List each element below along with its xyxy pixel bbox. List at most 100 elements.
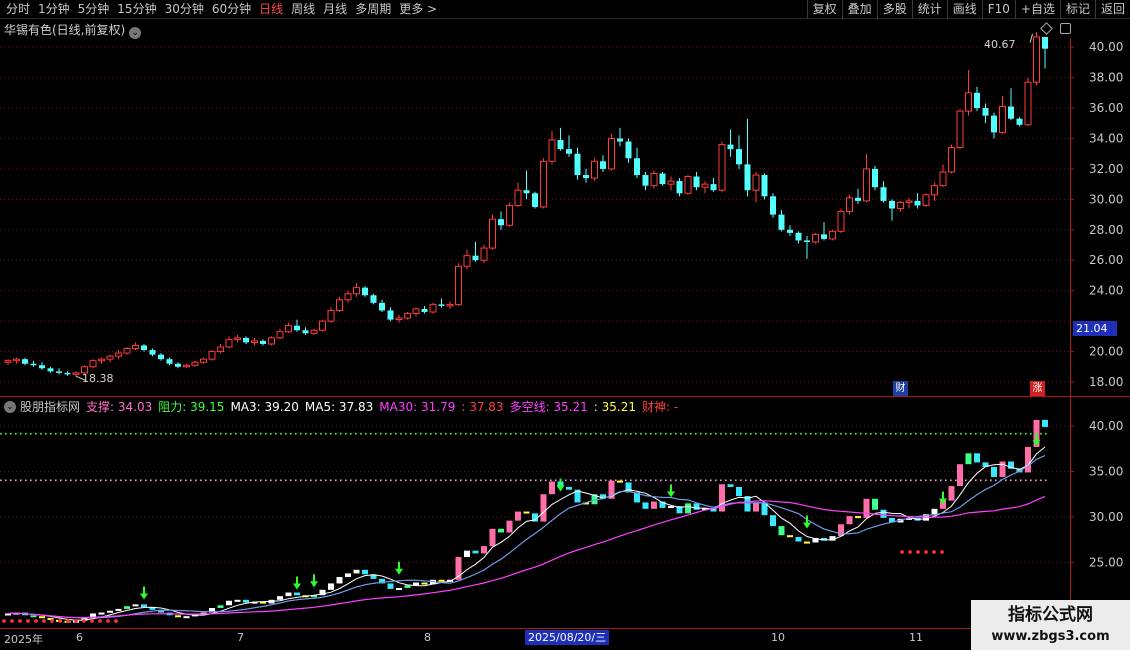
candle-body — [532, 193, 538, 207]
finance-badge[interactable]: 财 — [893, 381, 908, 396]
candle-body — [251, 340, 258, 343]
indicator-bar — [931, 508, 938, 515]
function-button[interactable]: 复权 — [806, 0, 842, 19]
signal-dot — [932, 550, 936, 554]
candle-body — [472, 255, 479, 261]
period-tab[interactable]: 周线 — [287, 0, 319, 19]
candle-body — [540, 160, 547, 208]
candle-body — [922, 194, 930, 206]
period-tab[interactable]: 60分钟 — [208, 0, 255, 19]
candle-body — [829, 230, 836, 240]
limit-up-badge[interactable]: 涨 — [1030, 381, 1045, 396]
candle-body — [667, 180, 675, 185]
candle-body — [149, 350, 156, 355]
indicator-bar — [1042, 419, 1048, 427]
current-price-tag: 21.04 — [1073, 321, 1117, 336]
period-tab[interactable]: 月线 — [319, 0, 351, 19]
indicator-bar — [855, 516, 861, 519]
indicator-bar — [642, 502, 649, 509]
candle-body — [429, 303, 437, 313]
function-button[interactable]: 标记 — [1059, 0, 1095, 19]
function-button[interactable]: 多股 — [876, 0, 912, 19]
panel-toggle-icon[interactable] — [1060, 23, 1071, 34]
candle-body — [999, 106, 1006, 133]
date-axis-label: 7 — [237, 631, 244, 644]
period-tab[interactable]: 1分钟 — [34, 0, 74, 19]
candle-body — [30, 363, 37, 366]
period-tab[interactable]: 多周期 — [351, 0, 395, 19]
period-tab[interactable]: 更多 > — [395, 0, 441, 19]
buy-arrow-icon — [140, 586, 148, 600]
candle-body — [89, 360, 97, 368]
candle-body — [846, 197, 853, 213]
indicator-bar — [685, 503, 691, 514]
function-button[interactable]: 统计 — [911, 0, 947, 19]
signal-dot — [90, 619, 94, 623]
candle-body — [914, 200, 921, 206]
watermark-url: www.zbgs3.com — [991, 629, 1110, 644]
watermark-logo: 指标公式网 www.zbgs3.com — [971, 600, 1130, 650]
price-tick-label: 38.00 — [1089, 71, 1123, 85]
price-tick-label: 40.00 — [1089, 40, 1123, 54]
buy-arrow-icon — [667, 484, 675, 498]
indicator-bar — [294, 592, 300, 596]
candle-body — [684, 176, 692, 194]
candle-body — [4, 360, 12, 363]
candle-body — [676, 181, 683, 194]
candle-body — [319, 320, 326, 331]
function-button[interactable]: 叠加 — [841, 0, 877, 19]
candle-body — [965, 92, 972, 112]
function-button[interactable]: +自选 — [1014, 0, 1060, 19]
candle-body — [897, 201, 904, 209]
signal-dot — [50, 619, 54, 623]
indicator-bar — [226, 600, 232, 606]
candle-body — [770, 196, 776, 215]
indicator-tick-label: 40.00 — [1089, 419, 1123, 433]
candle-body — [370, 295, 377, 303]
candle-body — [395, 317, 403, 321]
candle-body — [889, 200, 895, 209]
function-button[interactable]: F10 — [981, 0, 1015, 19]
kline-chart[interactable]: 40.00 38.00 36.00 34.00 32.00 30.00 28.00 26.00… — [0, 20, 1130, 650]
candle-body — [736, 149, 742, 165]
period-tab[interactable]: 30分钟 — [161, 0, 208, 19]
candle-body — [421, 308, 428, 312]
candle-body — [141, 345, 147, 351]
legend-item: 阻力: 39.15 — [158, 400, 225, 414]
candle-body — [463, 255, 471, 267]
candle-body — [243, 337, 249, 343]
signal-dot — [42, 619, 46, 623]
period-tab[interactable]: 分时 — [2, 0, 34, 19]
candle-body — [191, 361, 199, 366]
indicator-tick-label: 25.00 — [1089, 556, 1123, 570]
candle-body — [787, 229, 793, 233]
candle-body — [591, 160, 598, 179]
date-axis-label: 10 — [771, 631, 785, 644]
candle-body — [905, 200, 913, 203]
candle-body — [634, 158, 640, 176]
function-button[interactable]: 画线 — [946, 0, 982, 19]
chevron-down-icon[interactable]: ⌄ — [4, 400, 16, 413]
indicator-bar — [566, 486, 572, 490]
candle-body — [310, 329, 318, 334]
period-tab[interactable]: 15分钟 — [113, 0, 160, 19]
candle-body — [480, 247, 488, 261]
candle-body — [404, 313, 411, 319]
candle-body — [727, 144, 734, 150]
indicator-bar — [549, 481, 555, 495]
indicator-bar — [651, 501, 657, 509]
function-button[interactable]: 返回 — [1094, 0, 1130, 19]
period-tab[interactable]: 日线 — [255, 0, 287, 19]
candle-body — [931, 185, 938, 196]
candle-body — [574, 153, 581, 176]
chevron-down-icon[interactable]: ⌄ — [129, 27, 142, 39]
stock-title-text: 华锡有色(日线,前复权) — [4, 23, 126, 37]
candle-body — [498, 219, 504, 226]
candle-body — [956, 110, 964, 149]
indicator-bar — [974, 453, 980, 463]
indicator-bar — [39, 616, 45, 619]
signal-dot — [106, 619, 110, 623]
candle-body — [387, 310, 394, 320]
indicator-bar — [98, 612, 105, 615]
period-tab[interactable]: 5分钟 — [74, 0, 114, 19]
